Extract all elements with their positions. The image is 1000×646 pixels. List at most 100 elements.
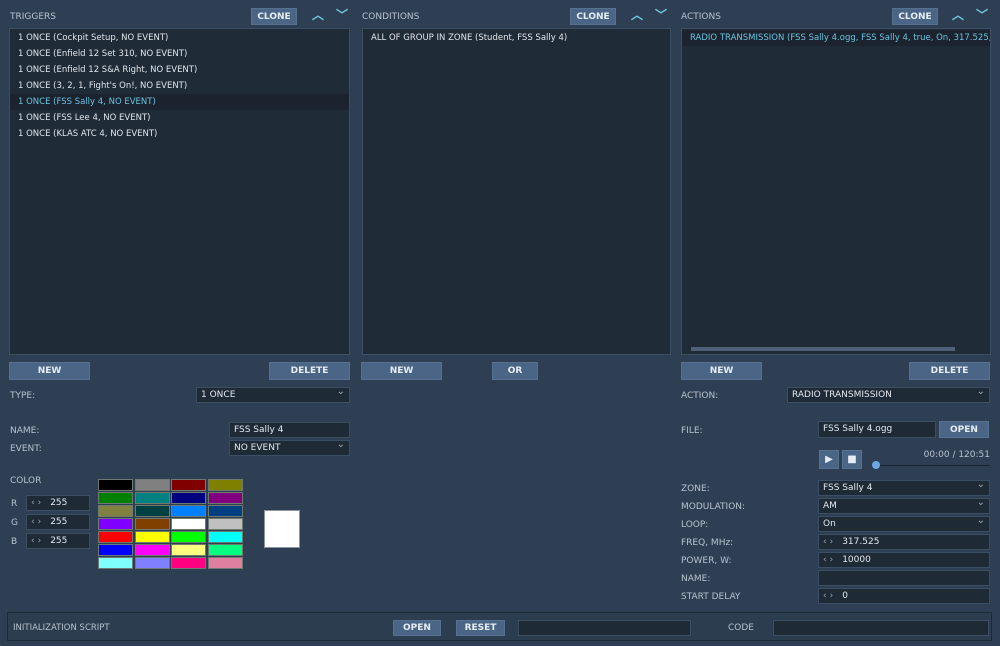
color-swatch[interactable] — [171, 557, 206, 569]
triggers-move-up-icon[interactable]: ︿ — [312, 8, 324, 22]
field-value: 0 — [842, 591, 848, 601]
list-item[interactable]: 1 ONCE (KLAS ATC 4, NO EVENT) — [10, 126, 349, 142]
actions-move-up-icon[interactable]: ︿ — [952, 8, 964, 22]
scrollbar-thumb[interactable] — [691, 347, 955, 351]
playback-slider[interactable] — [876, 465, 990, 466]
color-swatch[interactable] — [171, 479, 206, 491]
color-swatch[interactable] — [134, 505, 170, 517]
stop-icon[interactable]: ■ — [842, 450, 862, 469]
init-script-label: INITIALIZATION SCRIPT — [13, 623, 110, 633]
type-dropdown[interactable]: 1 ONCE — [196, 387, 350, 403]
field-spinner[interactable]: ‹› 10000 — [818, 552, 990, 568]
g-spinner[interactable]: ‹› 255 — [26, 514, 90, 530]
b-label: B — [11, 537, 18, 547]
list-item[interactable]: RADIO TRANSMISSION (FSS Sally 4.ogg, FSS… — [682, 30, 990, 46]
color-swatch[interactable] — [207, 479, 243, 491]
code-input[interactable] — [773, 620, 989, 636]
playback-slider-knob[interactable] — [872, 461, 880, 469]
color-swatch[interactable] — [98, 518, 133, 530]
b-spinner[interactable]: ‹› 255 — [26, 533, 90, 549]
list-item[interactable]: 1 ONCE (Cockpit Setup, NO EVENT) — [10, 30, 349, 46]
actions-list[interactable]: RADIO TRANSMISSION (FSS Sally 4.ogg, FSS… — [681, 28, 991, 355]
color-swatch[interactable] — [171, 518, 206, 530]
file-input[interactable]: FSS Sally 4.ogg — [818, 421, 936, 438]
condition-new-button[interactable]: NEW — [361, 362, 442, 380]
color-swatch[interactable] — [207, 492, 243, 504]
color-swatch[interactable] — [171, 531, 206, 543]
list-item[interactable]: 1 ONCE (FSS Lee 4, NO EVENT) — [10, 110, 349, 126]
init-open-button[interactable]: OPEN — [393, 620, 441, 636]
actions-move-down-icon[interactable]: ﹀ — [976, 8, 988, 22]
actions-title: ACTIONS — [681, 12, 721, 22]
file-label: FILE: — [681, 426, 703, 436]
action-dropdown[interactable]: RADIO TRANSMISSION — [787, 387, 990, 403]
color-swatch[interactable] — [207, 557, 243, 569]
event-dropdown[interactable]: NO EVENT — [229, 440, 350, 456]
field-label: POWER, W: — [681, 556, 732, 566]
color-swatch[interactable] — [171, 492, 206, 504]
trigger-new-button[interactable]: NEW — [9, 362, 90, 380]
init-reset-button[interactable]: RESET — [456, 620, 505, 636]
conditions-list[interactable]: ALL OF GROUP IN ZONE (Student, FSS Sally… — [362, 28, 671, 355]
color-swatch[interactable] — [134, 557, 170, 569]
color-swatch[interactable] — [207, 518, 243, 530]
conditions-move-up-icon[interactable]: ︿ — [631, 8, 643, 22]
field-value: 10000 — [842, 555, 871, 565]
field-input[interactable] — [818, 570, 990, 586]
color-swatch[interactable] — [207, 531, 243, 543]
color-swatch[interactable] — [98, 531, 133, 543]
color-swatch[interactable] — [207, 505, 243, 517]
color-swatch[interactable] — [98, 479, 133, 491]
color-swatch[interactable] — [171, 544, 206, 556]
actions-horizontal-scrollbar[interactable] — [683, 345, 989, 353]
color-swatch[interactable] — [98, 557, 133, 569]
conditions-clone-button[interactable]: CLONE — [570, 8, 616, 25]
color-swatch[interactable] — [98, 544, 133, 556]
trigger-delete-button[interactable]: DELETE — [269, 362, 350, 380]
field-value: 317.525 — [842, 537, 880, 547]
action-new-button[interactable]: NEW — [681, 362, 762, 380]
play-icon[interactable]: ▶ — [819, 450, 839, 469]
color-swatch[interactable] — [134, 479, 170, 491]
spinner-arrows-icon[interactable]: ‹› — [823, 591, 836, 601]
list-item[interactable]: 1 ONCE (Enfield 12 Set 310, NO EVENT) — [10, 46, 349, 62]
file-open-button[interactable]: OPEN — [939, 421, 989, 438]
list-item[interactable]: 1 ONCE (FSS Sally 4, NO EVENT) — [10, 94, 349, 110]
init-script-input[interactable] — [518, 620, 691, 636]
color-swatch[interactable] — [98, 492, 133, 504]
color-swatch[interactable] — [134, 492, 170, 504]
field-dropdown[interactable]: AM — [818, 498, 990, 514]
triggers-move-down-icon[interactable]: ﹀ — [336, 8, 348, 22]
field-label: NAME: — [681, 574, 711, 584]
field-dropdown[interactable]: On — [818, 516, 990, 532]
color-swatch[interactable] — [134, 518, 170, 530]
trigger-name-input[interactable]: FSS Sally 4 — [229, 422, 350, 438]
color-swatch[interactable] — [171, 505, 206, 517]
color-swatch[interactable] — [134, 531, 170, 543]
field-dropdown[interactable]: FSS Sally 4 — [818, 480, 990, 496]
condition-or-button[interactable]: OR — [492, 362, 538, 380]
triggers-list[interactable]: 1 ONCE (Cockpit Setup, NO EVENT) 1 ONCE (… — [9, 28, 350, 355]
field-value: AM — [823, 501, 837, 511]
r-spinner[interactable]: ‹› 255 — [26, 495, 90, 511]
list-item[interactable]: ALL OF GROUP IN ZONE (Student, FSS Sally… — [363, 30, 670, 46]
color-swatch[interactable] — [134, 544, 170, 556]
spinner-arrows-icon[interactable]: ‹› — [823, 537, 836, 547]
conditions-move-down-icon[interactable]: ﹀ — [655, 8, 667, 22]
list-item[interactable]: 1 ONCE (Enfield 12 S&A Right, NO EVENT) — [10, 62, 349, 78]
triggers-clone-button[interactable]: CLONE — [251, 8, 297, 25]
field-label: FREQ, MHz: — [681, 538, 734, 548]
color-swatch[interactable] — [207, 544, 243, 556]
spinner-arrows-icon[interactable]: ‹› — [823, 555, 836, 565]
action-delete-button[interactable]: DELETE — [909, 362, 990, 380]
name-label: NAME: — [10, 426, 40, 436]
field-value: On — [823, 519, 836, 529]
field-spinner[interactable]: ‹› 317.525 — [818, 534, 990, 550]
actions-clone-button[interactable]: CLONE — [892, 8, 938, 25]
playback-time: 00:00 / 120:51 — [923, 450, 990, 460]
code-label: CODE — [728, 623, 754, 633]
g-label: G — [11, 518, 18, 528]
list-item[interactable]: 1 ONCE (3, 2, 1, Fight's On!, NO EVENT) — [10, 78, 349, 94]
field-spinner[interactable]: ‹› 0 — [818, 588, 990, 604]
color-swatch[interactable] — [98, 505, 133, 517]
